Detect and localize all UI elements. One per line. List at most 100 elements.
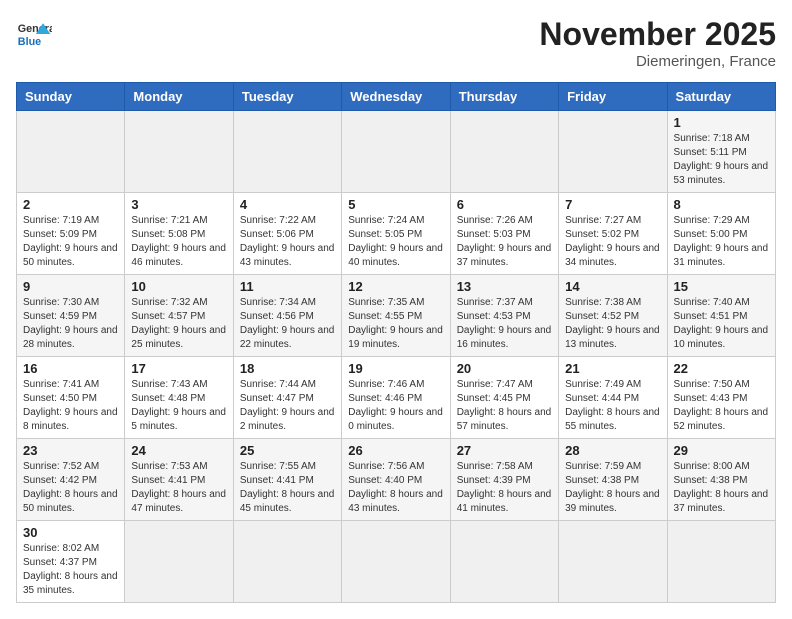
day-number: 22 bbox=[674, 361, 769, 376]
header: General Blue November 2025 Diemeringen, … bbox=[16, 16, 776, 70]
day-info: Sunrise: 7:46 AMSunset: 4:46 PMDaylight:… bbox=[348, 378, 443, 434]
weekday-header-sunday: Sunday bbox=[17, 83, 125, 111]
day-number: 7 bbox=[565, 197, 660, 212]
day-cell bbox=[233, 521, 341, 603]
day-cell: 21Sunrise: 7:49 AMSunset: 4:44 PMDayligh… bbox=[559, 357, 667, 439]
svg-text:Blue: Blue bbox=[18, 36, 41, 48]
day-info: Sunrise: 7:18 AMSunset: 5:11 PMDaylight:… bbox=[674, 132, 769, 188]
day-number: 19 bbox=[348, 361, 443, 376]
day-info: Sunrise: 7:59 AMSunset: 4:38 PMDaylight:… bbox=[565, 460, 660, 516]
day-number: 4 bbox=[240, 197, 335, 212]
day-number: 27 bbox=[457, 443, 552, 458]
day-cell: 26 Sunrise: 7:56 AMSunset: 4:40 PMDayligh… bbox=[342, 439, 450, 521]
day-cell: 5 Sunrise: 7:24 AMSunset: 5:05 PMDaylight… bbox=[342, 193, 450, 275]
week-row-2: 2 Sunrise: 7:19 AMSunset: 5:09 PMDaylight… bbox=[17, 193, 776, 275]
day-cell: 24Sunrise: 7:53 AMSunset: 4:41 PMDayligh… bbox=[125, 439, 233, 521]
day-number: 18 bbox=[240, 361, 335, 376]
calendar-title: November 2025 bbox=[539, 16, 776, 53]
day-cell: 28 Sunrise: 7:59 AMSunset: 4:38 PMDayligh… bbox=[559, 439, 667, 521]
day-number: 26 bbox=[348, 443, 443, 458]
day-info: Sunrise: 7:56 AMSunset: 4:40 PMDaylight:… bbox=[348, 460, 443, 516]
calendar-table: SundayMondayTuesdayWednesdayThursdayFrid… bbox=[16, 82, 776, 603]
day-info: Sunrise: 7:19 AMSunset: 5:09 PMDaylight:… bbox=[23, 214, 118, 270]
day-cell: 13 Sunrise: 7:37 AMSunset: 4:53 PMDayligh… bbox=[450, 275, 558, 357]
day-number: 3 bbox=[131, 197, 226, 212]
day-cell: 7 Sunrise: 7:27 AMSunset: 5:02 PMDaylight… bbox=[559, 193, 667, 275]
day-number: 2 bbox=[23, 197, 118, 212]
day-info: Sunrise: 7:27 AMSunset: 5:02 PMDaylight:… bbox=[565, 214, 660, 270]
day-number: 9 bbox=[23, 279, 118, 294]
day-cell: 20 Sunrise: 7:47 AMSunset: 4:45 PMDayligh… bbox=[450, 357, 558, 439]
week-row-6: 30 Sunrise: 8:02 AMSunset: 4:37 PMDayligh… bbox=[17, 521, 776, 603]
day-number: 28 bbox=[565, 443, 660, 458]
day-cell bbox=[125, 521, 233, 603]
day-number: 25 bbox=[240, 443, 335, 458]
day-number: 14 bbox=[565, 279, 660, 294]
weekday-header-wednesday: Wednesday bbox=[342, 83, 450, 111]
title-block: November 2025 Diemeringen, France bbox=[539, 16, 776, 70]
day-cell: 18 Sunrise: 7:44 AMSunset: 4:47 PMDayligh… bbox=[233, 357, 341, 439]
day-cell: 12Sunrise: 7:35 AMSunset: 4:55 PMDayligh… bbox=[342, 275, 450, 357]
day-info: Sunrise: 7:52 AMSunset: 4:42 PMDaylight:… bbox=[23, 460, 118, 516]
day-info: Sunrise: 7:50 AMSunset: 4:43 PMDaylight:… bbox=[674, 378, 769, 434]
day-cell: 2 Sunrise: 7:19 AMSunset: 5:09 PMDaylight… bbox=[17, 193, 125, 275]
day-info: Sunrise: 7:53 AMSunset: 4:41 PMDaylight:… bbox=[131, 460, 226, 516]
day-info: Sunrise: 7:32 AMSunset: 4:57 PMDaylight:… bbox=[131, 296, 226, 352]
day-number: 29 bbox=[674, 443, 769, 458]
day-cell bbox=[125, 111, 233, 193]
day-cell bbox=[342, 521, 450, 603]
day-info: Sunrise: 7:49 AMSunset: 4:44 PMDaylight:… bbox=[565, 378, 660, 434]
day-number: 11 bbox=[240, 279, 335, 294]
day-cell bbox=[559, 521, 667, 603]
day-number: 15 bbox=[674, 279, 769, 294]
day-number: 20 bbox=[457, 361, 552, 376]
day-cell: 4 Sunrise: 7:22 AMSunset: 5:06 PMDaylight… bbox=[233, 193, 341, 275]
day-cell: 8Sunrise: 7:29 AMSunset: 5:00 PMDaylight… bbox=[667, 193, 775, 275]
day-number: 1 bbox=[674, 115, 769, 130]
day-info: Sunrise: 7:30 AMSunset: 4:59 PMDaylight:… bbox=[23, 296, 118, 352]
day-info: Sunrise: 7:24 AMSunset: 5:05 PMDaylight:… bbox=[348, 214, 443, 270]
week-row-1: 1 Sunrise: 7:18 AMSunset: 5:11 PMDaylight… bbox=[17, 111, 776, 193]
day-cell bbox=[559, 111, 667, 193]
day-info: Sunrise: 7:35 AMSunset: 4:55 PMDaylight:… bbox=[348, 296, 443, 352]
weekday-header-row: SundayMondayTuesdayWednesdayThursdayFrid… bbox=[17, 83, 776, 111]
day-cell: 16 Sunrise: 7:41 AMSunset: 4:50 PMDayligh… bbox=[17, 357, 125, 439]
day-cell: 6 Sunrise: 7:26 AMSunset: 5:03 PMDaylight… bbox=[450, 193, 558, 275]
week-row-5: 23 Sunrise: 7:52 AMSunset: 4:42 PMDayligh… bbox=[17, 439, 776, 521]
day-cell: 17Sunrise: 7:43 AMSunset: 4:48 PMDayligh… bbox=[125, 357, 233, 439]
logo-icon: General Blue bbox=[16, 16, 52, 52]
day-number: 23 bbox=[23, 443, 118, 458]
day-cell: 29 Sunrise: 8:00 AMSunset: 4:38 PMDayligh… bbox=[667, 439, 775, 521]
day-cell: 23 Sunrise: 7:52 AMSunset: 4:42 PMDayligh… bbox=[17, 439, 125, 521]
day-number: 30 bbox=[23, 525, 118, 540]
day-info: Sunrise: 8:02 AMSunset: 4:37 PMDaylight:… bbox=[23, 542, 118, 598]
day-info: Sunrise: 7:37 AMSunset: 4:53 PMDaylight:… bbox=[457, 296, 552, 352]
day-cell: 11Sunrise: 7:34 AMSunset: 4:56 PMDayligh… bbox=[233, 275, 341, 357]
day-number: 5 bbox=[348, 197, 443, 212]
day-cell: 30 Sunrise: 8:02 AMSunset: 4:37 PMDayligh… bbox=[17, 521, 125, 603]
day-cell bbox=[342, 111, 450, 193]
day-info: Sunrise: 7:44 AMSunset: 4:47 PMDaylight:… bbox=[240, 378, 335, 434]
day-cell: 27Sunrise: 7:58 AMSunset: 4:39 PMDayligh… bbox=[450, 439, 558, 521]
day-info: Sunrise: 7:21 AMSunset: 5:08 PMDaylight:… bbox=[131, 214, 226, 270]
day-info: Sunrise: 7:47 AMSunset: 4:45 PMDaylight:… bbox=[457, 378, 552, 434]
weekday-header-friday: Friday bbox=[559, 83, 667, 111]
day-cell: 19 Sunrise: 7:46 AMSunset: 4:46 PMDayligh… bbox=[342, 357, 450, 439]
day-info: Sunrise: 7:22 AMSunset: 5:06 PMDaylight:… bbox=[240, 214, 335, 270]
day-number: 16 bbox=[23, 361, 118, 376]
logo: General Blue bbox=[16, 16, 52, 52]
day-cell bbox=[450, 111, 558, 193]
day-cell: 22 Sunrise: 7:50 AMSunset: 4:43 PMDayligh… bbox=[667, 357, 775, 439]
day-cell bbox=[233, 111, 341, 193]
day-number: 6 bbox=[457, 197, 552, 212]
week-row-3: 9 Sunrise: 7:30 AMSunset: 4:59 PMDaylight… bbox=[17, 275, 776, 357]
day-info: Sunrise: 7:29 AMSunset: 5:00 PMDaylight:… bbox=[674, 214, 769, 270]
day-info: Sunrise: 8:00 AMSunset: 4:38 PMDaylight:… bbox=[674, 460, 769, 516]
day-info: Sunrise: 7:41 AMSunset: 4:50 PMDaylight:… bbox=[23, 378, 118, 434]
weekday-header-saturday: Saturday bbox=[667, 83, 775, 111]
day-cell: 1 Sunrise: 7:18 AMSunset: 5:11 PMDaylight… bbox=[667, 111, 775, 193]
day-info: Sunrise: 7:26 AMSunset: 5:03 PMDaylight:… bbox=[457, 214, 552, 270]
week-row-4: 16 Sunrise: 7:41 AMSunset: 4:50 PMDayligh… bbox=[17, 357, 776, 439]
day-info: Sunrise: 7:38 AMSunset: 4:52 PMDaylight:… bbox=[565, 296, 660, 352]
day-number: 13 bbox=[457, 279, 552, 294]
